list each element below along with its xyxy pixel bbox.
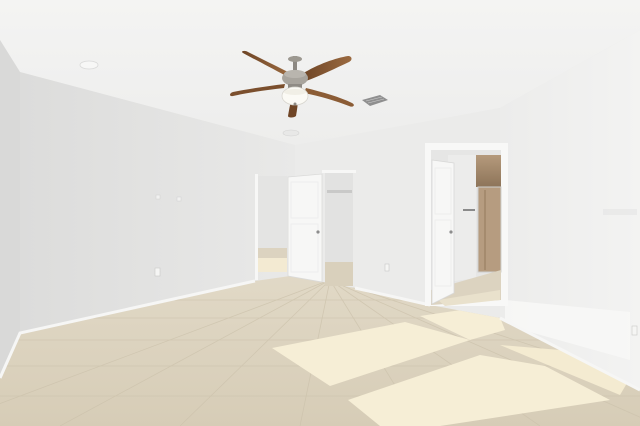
ceiling-light-ring <box>282 129 300 137</box>
room-photo <box>0 0 640 426</box>
shower-alcove <box>476 155 501 187</box>
room-illustration <box>0 0 640 426</box>
fan-canopy <box>288 56 302 62</box>
closet-rod <box>327 190 352 193</box>
shower-glass <box>477 186 502 273</box>
outlet-left-wall <box>154 267 161 277</box>
wall-plate-2 <box>176 196 182 202</box>
outlet-back-wall <box>384 263 390 272</box>
smoke-detector <box>79 60 99 70</box>
towel-bar <box>463 209 475 211</box>
closet-door-knob <box>316 230 320 234</box>
left-wall <box>0 40 20 378</box>
closet-door <box>287 173 323 283</box>
hall-door-frame <box>255 174 258 280</box>
bathroom-door-knob <box>449 230 453 234</box>
faint-watermark <box>603 209 637 215</box>
outlet-right-wall <box>631 325 638 336</box>
wall-plate-1 <box>155 194 161 200</box>
